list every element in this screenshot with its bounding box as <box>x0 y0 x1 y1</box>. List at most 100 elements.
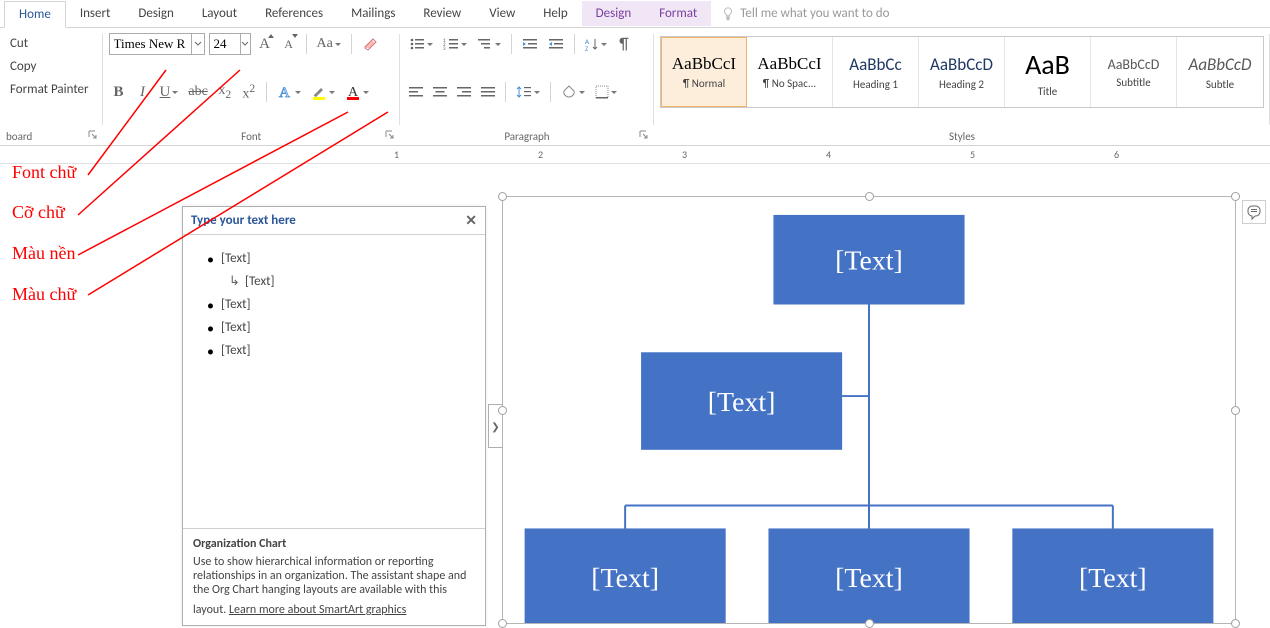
numbering-button[interactable]: 123 <box>440 33 470 55</box>
svg-text:[Text]: [Text] <box>591 563 659 594</box>
anno-co-chu: Cỡ chữ <box>12 202 65 223</box>
superscript-button[interactable]: x2 <box>239 81 259 103</box>
style-heading2[interactable]: AaBbCcDHeading 2 <box>919 37 1005 107</box>
font-size-input[interactable] <box>210 36 240 52</box>
styles-gallery[interactable]: AaBbCcI¶ Normal AaBbCcI¶ No Spac... AaBb… <box>660 36 1264 108</box>
selection-handle-n[interactable] <box>865 192 874 201</box>
selection-handle-w[interactable] <box>498 406 507 415</box>
style-subtle[interactable]: AaBbCcDSubtle <box>1177 37 1263 107</box>
shrink-font-button[interactable]: A <box>279 33 299 55</box>
document-area: Type your text here ✕ [Text] [Text] [Tex… <box>0 164 1270 628</box>
group-paragraph: 123 AZ ¶ Paragraph <box>400 28 654 145</box>
style-heading1[interactable]: AaBbCcHeading 1 <box>833 37 919 107</box>
tab-help[interactable]: Help <box>529 1 581 26</box>
font-color-button[interactable]: A <box>342 81 372 103</box>
text-pane-learn-more-link[interactable]: Learn more about SmartArt graphics <box>229 603 406 617</box>
format-painter-button[interactable]: Format Painter <box>6 80 97 99</box>
underline-button[interactable]: U <box>157 81 182 103</box>
tab-design[interactable]: Design <box>124 1 187 26</box>
group-font-label: Font <box>109 130 394 143</box>
org-node-top[interactable]: [Text] <box>773 215 964 305</box>
ribbon: Cut Copy Format Painter board A A Aa B I… <box>0 28 1270 146</box>
font-name-input[interactable] <box>110 36 192 52</box>
smartart-canvas[interactable]: [Text] [Text] [Text] [Text] [Text] <box>502 196 1236 624</box>
borders-button[interactable] <box>592 81 620 103</box>
align-right-button[interactable] <box>454 81 474 103</box>
group-paragraph-label: Paragraph <box>406 130 648 143</box>
text-pane-body[interactable]: [Text] [Text] [Text] [Text] [Text] <box>183 235 485 528</box>
text-pane-close-button[interactable]: ✕ <box>465 212 477 229</box>
subscript-button[interactable]: x2 <box>215 81 235 103</box>
text-item-5[interactable]: [Text] <box>203 339 465 362</box>
highlight-button[interactable] <box>308 81 338 103</box>
selection-handle-se[interactable] <box>1231 619 1240 628</box>
change-case-button[interactable]: Aa <box>314 33 344 55</box>
layout-options-button[interactable] <box>1242 200 1266 224</box>
selection-handle-e[interactable] <box>1231 406 1240 415</box>
cut-button[interactable]: Cut <box>6 34 97 53</box>
tab-home[interactable]: Home <box>4 1 66 28</box>
tab-insert[interactable]: Insert <box>66 1 125 26</box>
paragraph-dialog-launcher[interactable] <box>638 129 650 141</box>
text-effects-button[interactable]: A <box>274 81 304 103</box>
font-dialog-launcher[interactable] <box>384 129 396 141</box>
svg-text:3: 3 <box>443 46 446 51</box>
tab-mailings[interactable]: Mailings <box>337 1 409 26</box>
text-pane-title: Type your text here <box>191 213 296 228</box>
decrease-indent-button[interactable] <box>519 33 541 55</box>
clipboard-dialog-launcher[interactable] <box>87 129 99 141</box>
anno-mau-nen: Màu nền <box>12 243 75 264</box>
line-spacing-button[interactable] <box>513 81 543 103</box>
text-pane-foot-title: Organization Chart <box>193 537 475 551</box>
tab-smartart-design[interactable]: Design <box>582 1 645 26</box>
ruler[interactable]: 1 2 3 4 5 6 <box>0 146 1270 164</box>
align-left-button[interactable] <box>406 81 426 103</box>
selection-handle-ne[interactable] <box>1231 192 1240 201</box>
selection-handle-sw[interactable] <box>498 619 507 628</box>
org-node-child-3[interactable]: [Text] <box>1012 528 1213 623</box>
multilevel-list-button[interactable] <box>474 33 504 55</box>
font-name-combo[interactable] <box>109 33 205 55</box>
style-no-spacing[interactable]: AaBbCcI¶ No Spac... <box>747 37 833 107</box>
italic-button[interactable]: I <box>133 81 153 103</box>
ribbon-tabstrip: Home Insert Design Layout References Mai… <box>0 0 1270 28</box>
selection-handle-nw[interactable] <box>498 192 507 201</box>
shading-button[interactable] <box>558 81 588 103</box>
tab-review[interactable]: Review <box>409 1 475 26</box>
align-center-button[interactable] <box>430 81 450 103</box>
increase-indent-button[interactable] <box>545 33 567 55</box>
copy-button[interactable]: Copy <box>6 57 97 76</box>
tab-references[interactable]: References <box>251 1 337 26</box>
bullets-button[interactable] <box>406 33 436 55</box>
org-node-assistant[interactable]: [Text] <box>641 352 842 450</box>
tell-me-search[interactable]: Tell me what you want to do <box>721 6 889 21</box>
org-node-child-2[interactable]: [Text] <box>768 528 969 623</box>
ruler-mark-5: 5 <box>970 148 975 161</box>
tab-view[interactable]: View <box>475 1 529 26</box>
style-subtitle[interactable]: AaBbCcDSubtitle <box>1091 37 1177 107</box>
org-chart-svg: [Text] [Text] [Text] [Text] [Text] <box>503 197 1235 623</box>
grow-font-button[interactable]: A <box>255 33 275 55</box>
strikethrough-button[interactable]: abc <box>185 81 210 103</box>
tab-layout[interactable]: Layout <box>188 1 251 26</box>
sort-button[interactable]: AZ <box>582 33 610 55</box>
style-normal[interactable]: AaBbCcI¶ Normal <box>661 37 747 107</box>
font-name-caret[interactable] <box>191 34 203 54</box>
text-item-4[interactable]: [Text] <box>203 316 465 339</box>
font-size-caret[interactable] <box>240 34 250 54</box>
text-item-3[interactable]: [Text] <box>203 293 465 316</box>
selection-handle-s[interactable] <box>865 619 874 628</box>
group-clipboard-label: board <box>6 130 97 143</box>
tab-smartart-format[interactable]: Format <box>645 1 711 26</box>
style-title[interactable]: AaBTitle <box>1005 37 1091 107</box>
ruler-mark-6: 6 <box>1114 148 1119 161</box>
text-item-2[interactable]: [Text] <box>203 270 465 293</box>
font-size-combo[interactable] <box>209 33 251 55</box>
show-marks-button[interactable]: ¶ <box>614 33 634 55</box>
bold-button[interactable]: B <box>109 81 129 103</box>
justify-button[interactable] <box>478 81 498 103</box>
org-node-child-1[interactable]: [Text] <box>525 528 726 623</box>
clear-formatting-button[interactable] <box>359 33 381 55</box>
text-item-1[interactable]: [Text] <box>203 247 465 270</box>
lightbulb-icon <box>721 7 735 21</box>
